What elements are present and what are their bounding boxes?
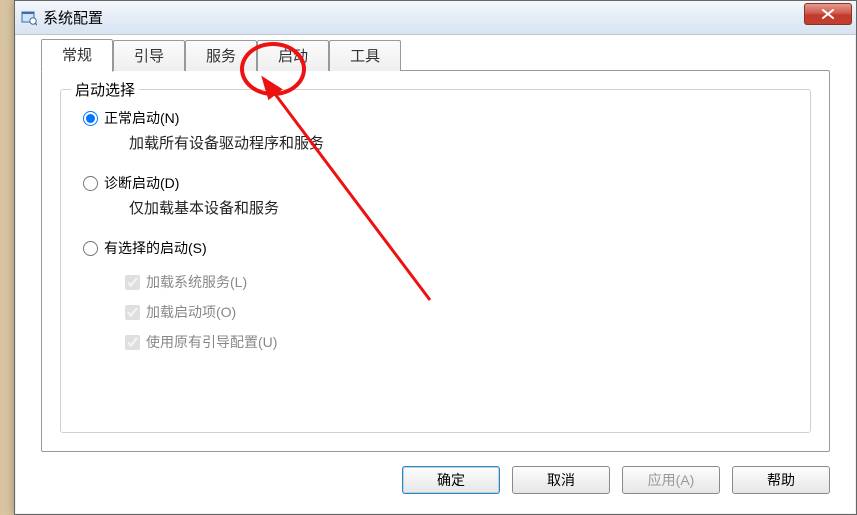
groupbox-title: 启动选择 [71, 79, 139, 100]
radio-input[interactable] [83, 111, 98, 126]
radio-input[interactable] [83, 241, 98, 256]
checkbox-label: 加载系统服务(L) [146, 272, 247, 292]
tab-startup[interactable]: 启动 [257, 40, 329, 71]
titlebar[interactable]: 系统配置 [15, 1, 856, 35]
close-button[interactable] [804, 3, 852, 25]
help-button[interactable]: 帮助 [732, 466, 830, 494]
checkbox-label: 使用原有引导配置(U) [146, 332, 277, 352]
app-icon [21, 10, 37, 26]
tab-label: 引导 [134, 48, 164, 65]
tab-label: 服务 [206, 48, 236, 65]
radio-diagnostic-startup[interactable]: 诊断启动(D) [83, 173, 788, 193]
radio-label: 正常启动(N) [104, 108, 179, 128]
tab-label: 常规 [62, 47, 92, 64]
options-area: 正常启动(N) 加载所有设备驱动程序和服务 诊断启动(D) 仅加载基本设备和服务… [61, 90, 810, 380]
ok-button[interactable]: 确定 [402, 466, 500, 494]
tab-panel-general: 启动选择 正常启动(N) 加载所有设备驱动程序和服务 诊断启动(D) 仅加载基本… [41, 70, 830, 452]
radio-diag-desc: 仅加载基本设备和服务 [129, 197, 788, 218]
tab-boot[interactable]: 引导 [113, 40, 185, 71]
client-area: 常规 引导 服务 启动 工具 启动选择 正常启动(N) 加载所有设备驱动程序和服… [23, 41, 848, 506]
tab-label: 工具 [350, 48, 380, 65]
checkbox-input [125, 305, 140, 320]
checkbox-label: 加载启动项(O) [146, 302, 236, 322]
window-title: 系统配置 [43, 7, 103, 28]
radio-input[interactable] [83, 176, 98, 191]
check-load-services: 加载系统服务(L) [125, 272, 788, 292]
button-label: 应用(A) [648, 472, 695, 488]
tab-label: 启动 [278, 48, 308, 65]
button-label: 取消 [547, 472, 575, 488]
cancel-button[interactable]: 取消 [512, 466, 610, 494]
check-use-orig-boot: 使用原有引导配置(U) [125, 332, 788, 352]
radio-selective-startup[interactable]: 有选择的启动(S) [83, 238, 788, 258]
groupbox-startup-selection: 启动选择 正常启动(N) 加载所有设备驱动程序和服务 诊断启动(D) 仅加载基本… [60, 89, 811, 433]
checkbox-input [125, 275, 140, 290]
tab-general[interactable]: 常规 [41, 39, 113, 72]
tab-services[interactable]: 服务 [185, 40, 257, 71]
tab-strip: 常规 引导 服务 启动 工具 [23, 41, 848, 71]
radio-normal-startup[interactable]: 正常启动(N) [83, 108, 788, 128]
check-load-startup: 加载启动项(O) [125, 302, 788, 322]
close-icon [822, 9, 834, 19]
dialog-window: 系统配置 常规 引导 服务 启动 工具 启动选择 正常启动(N) [14, 0, 857, 515]
radio-normal-desc: 加载所有设备驱动程序和服务 [129, 132, 788, 153]
radio-label: 诊断启动(D) [104, 173, 179, 193]
checkbox-input [125, 335, 140, 350]
button-row: 确定 取消 应用(A) 帮助 [402, 466, 830, 494]
radio-label: 有选择的启动(S) [104, 238, 207, 258]
button-label: 确定 [437, 472, 465, 488]
tab-tools[interactable]: 工具 [329, 40, 401, 71]
apply-button: 应用(A) [622, 466, 720, 494]
button-label: 帮助 [767, 472, 795, 488]
